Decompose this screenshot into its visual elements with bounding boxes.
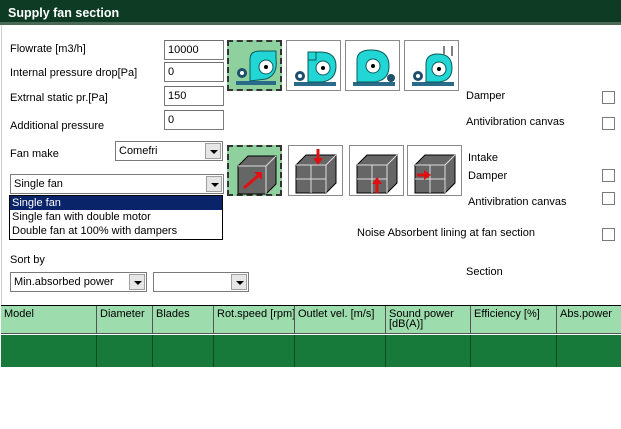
- box-arrow-side-icon: [414, 154, 456, 194]
- chevron-down-icon[interactable]: [205, 143, 221, 159]
- table-cell: [295, 335, 386, 367]
- noise-lining-label: Noise Absorbent lining at fan section: [357, 227, 535, 239]
- settings-panel: Flowrate [m3/h] Internal pressure drop[P…: [1, 25, 621, 305]
- column-header-model[interactable]: Model: [1, 306, 97, 334]
- antivibration-canvas-checkbox[interactable]: [602, 117, 615, 130]
- sort-secondary-select[interactable]: [153, 272, 249, 292]
- intake-antivibration-checkbox[interactable]: [602, 192, 615, 205]
- fan-arrangement-tile-2[interactable]: [286, 40, 341, 91]
- damper-label: Damper: [466, 90, 506, 102]
- column-header-sound-power[interactable]: Sound power [dB(A)]: [386, 306, 471, 334]
- table-cell: [471, 335, 557, 367]
- additional-pressure-label: Additional pressure: [10, 120, 105, 132]
- flowrate-label: Flowrate [m3/h]: [10, 43, 86, 55]
- intake-damper-checkbox[interactable]: [602, 169, 615, 182]
- box-arrow-diagonal-icon: [237, 155, 277, 195]
- table-cell: [214, 335, 295, 367]
- table-cell: [97, 335, 153, 367]
- fan-arrangement-tile-4[interactable]: [404, 40, 459, 91]
- fan-icon: [236, 50, 277, 85]
- page-title: Supply fan section: [8, 6, 120, 20]
- intake-label: Intake: [468, 152, 498, 164]
- column-header-blades[interactable]: Blades: [153, 306, 214, 334]
- fan-make-label: Fan make: [10, 148, 59, 160]
- fan-type-value: Single fan: [14, 178, 63, 190]
- section-label: Section: [466, 266, 503, 278]
- intake-antivibration-label: Antivibration canvas: [468, 196, 567, 208]
- internal-drop-input[interactable]: [164, 62, 224, 82]
- fan-arrangement-tile-1[interactable]: [227, 40, 282, 91]
- fan-arrangement-tile-3[interactable]: [345, 40, 400, 91]
- antivibration-canvas-label: Antivibration canvas: [466, 116, 565, 128]
- table-header: Model Diameter Blades Rot.speed [rpm] Ou…: [1, 306, 621, 334]
- sort-by-label: Sort by: [10, 254, 45, 266]
- external-static-label: Extrnal static pr.[Pa]: [10, 92, 108, 104]
- external-static-input[interactable]: [164, 86, 224, 106]
- column-header-efficiency[interactable]: Efficiency [%]: [471, 306, 557, 334]
- box-arrow-top-icon: [295, 149, 337, 194]
- fan-type-option[interactable]: Single fan: [10, 196, 222, 210]
- damper-checkbox[interactable]: [602, 91, 615, 104]
- fan-make-value: Comefri: [119, 145, 158, 157]
- column-header-rot-speed[interactable]: Rot.speed [rpm]: [214, 306, 295, 334]
- fan-icon: [412, 46, 454, 86]
- intake-tile-1[interactable]: [227, 145, 282, 196]
- table-cell: [153, 335, 214, 367]
- intake-damper-label: Damper: [468, 170, 508, 182]
- additional-pressure-input[interactable]: [164, 110, 224, 130]
- chevron-down-icon[interactable]: [129, 274, 145, 290]
- table-row[interactable]: [1, 335, 621, 367]
- column-header-outlet-vel[interactable]: Outlet vel. [m/s]: [295, 306, 386, 334]
- intake-tile-4[interactable]: [407, 145, 462, 196]
- fan-icon: [294, 51, 337, 86]
- intake-tile-2[interactable]: [288, 145, 343, 196]
- column-header-diameter[interactable]: Diameter: [97, 306, 153, 334]
- title-bar: Supply fan section: [0, 0, 621, 25]
- table-cell: [557, 335, 621, 367]
- fan-make-select[interactable]: Comefri: [115, 141, 223, 161]
- fan-type-select[interactable]: Single fan: [10, 174, 224, 194]
- flowrate-input[interactable]: [164, 40, 224, 60]
- internal-drop-label: Internal pressure drop[Pa]: [10, 67, 138, 79]
- chevron-down-icon[interactable]: [206, 176, 222, 192]
- box-arrow-bottom-icon: [356, 154, 398, 194]
- sort-by-select[interactable]: Min.absorbed power: [10, 272, 147, 292]
- table-cell: [386, 335, 471, 367]
- fan-type-option[interactable]: Double fan at 100% with dampers: [10, 224, 222, 238]
- table-cell: [1, 335, 97, 367]
- fan-type-option[interactable]: Single fan with double motor: [10, 210, 222, 224]
- results-table: Model Diameter Blades Rot.speed [rpm] Ou…: [1, 305, 621, 429]
- sort-by-value: Min.absorbed power: [14, 276, 114, 288]
- chevron-down-icon[interactable]: [231, 274, 247, 290]
- fan-icon: [353, 49, 395, 86]
- column-header-abs-power[interactable]: Abs.power: [557, 306, 621, 334]
- noise-lining-checkbox[interactable]: [602, 228, 615, 241]
- intake-tile-3[interactable]: [349, 145, 404, 196]
- fan-type-dropdown-list[interactable]: Single fan Single fan with double motor …: [9, 195, 223, 240]
